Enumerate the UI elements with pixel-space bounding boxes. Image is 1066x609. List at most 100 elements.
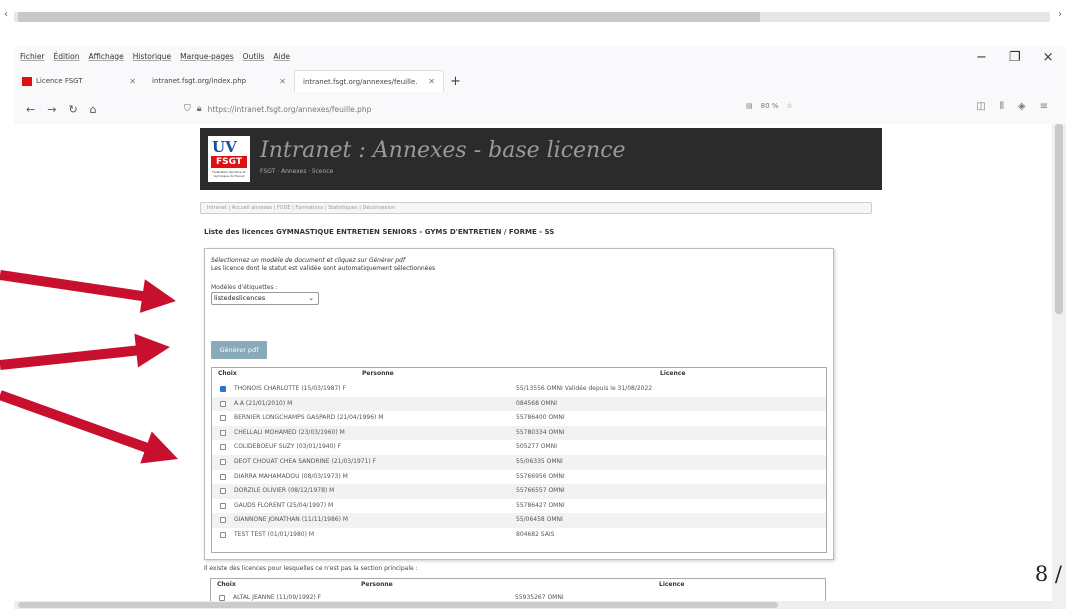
scroll-left-icon[interactable]: ‹ (4, 9, 8, 20)
licence-cell: 804682 SAIS (516, 531, 555, 538)
licence-cell: 55/06458 OMNI (516, 516, 563, 524)
table-row: DEOT CHOUAT CHEA SANDRINE (21/03/1971) F… (212, 455, 826, 470)
person-cell: GIANNONE JONATHAN (11/11/1986) M (234, 516, 349, 524)
scrollbar-thumb[interactable] (1055, 124, 1063, 314)
table-row: DIARRA MAHAMADOU (08/03/1973) M 55766956 … (212, 470, 826, 485)
scrollbar-thumb[interactable] (18, 12, 760, 22)
table-row: GIANNONE JONATHAN (11/11/1986) M 55/06458… (212, 513, 826, 528)
menu-file[interactable]: Fichier (20, 52, 45, 61)
home-icon[interactable]: ⌂ (90, 103, 97, 116)
close-tab-icon[interactable]: ✕ (428, 77, 435, 86)
model-label: Modèles d'étiquettes : (211, 284, 278, 291)
tab-feuille-active[interactable]: intranet.fsgt.org/annexes/feuille.php ✕ (294, 70, 444, 92)
row-checkbox[interactable] (220, 532, 226, 538)
pocket-icon[interactable]: ◫ (976, 101, 985, 112)
person-cell: BERNIER LONGCHAMPS GASPARD (21/04/1996) … (234, 414, 384, 422)
screenshot-root: ‹ › Fichier Édition Affichage Historique… (0, 0, 1066, 609)
row-checkbox[interactable] (220, 488, 226, 495)
generate-pdf-button[interactable]: Générer pdf (211, 341, 267, 359)
row-checkbox[interactable] (220, 473, 226, 480)
tab-licence-fsgt[interactable]: Licence FSGT ✕ (14, 70, 144, 92)
hamburger-menu-icon[interactable]: ≡ (1040, 101, 1048, 112)
person-cell: THONOIS CHARLOTTE (15/03/1987) F (234, 385, 346, 392)
shield-extension-icon[interactable]: ◈ (1018, 101, 1026, 112)
licence-cell: 55/06335 OMNI (516, 458, 563, 465)
row-checkbox[interactable] (220, 444, 226, 451)
page-horizontal-scrollbar[interactable] (14, 601, 1052, 609)
secondary-section-note: Il existe des licences pour lesquelles c… (204, 565, 418, 572)
new-tab-icon[interactable]: + (450, 74, 461, 89)
scrollbar-thumb[interactable] (18, 602, 778, 608)
col-header-choice: Choix (217, 581, 236, 588)
forward-icon[interactable]: → (47, 103, 56, 116)
reader-view-icon[interactable]: ▤ (746, 102, 753, 110)
close-tab-icon[interactable]: ✕ (279, 77, 286, 86)
row-checkbox[interactable] (220, 517, 226, 524)
licence-panel: Sélectionnez un modèle de document et cl… (204, 248, 834, 560)
page-number: 8 / (1034, 562, 1062, 586)
red-arrow-3 (0, 390, 178, 464)
person-cell: DEOT CHOUAT CHEA SANDRINE (21/03/1971) F (234, 458, 377, 465)
person-cell: DORZILE OLIVIER (08/12/1978) M (234, 487, 335, 495)
url-text[interactable]: https://intranet.fsgt.org/annexes/feuill… (208, 105, 372, 114)
licence-cell: 55/13556 OMNI Validée depuis le 31/08/20… (516, 385, 653, 392)
close-tab-icon[interactable]: ✕ (129, 77, 136, 86)
table-row: BERNIER LONGCHAMPS GASPARD (21/04/1996) … (212, 411, 826, 426)
library-icon[interactable]: ⫴ (1000, 101, 1004, 112)
menu-help[interactable]: Aide (273, 52, 290, 61)
person-cell: TEST TEST (01/01/1980) M (234, 531, 315, 538)
reload-icon[interactable]: ↻ (68, 103, 77, 116)
person-cell: DIARRA MAHAMADOU (08/03/1973) M (234, 472, 348, 480)
intro-line-2: Les licence dont le statut est validée s… (211, 265, 436, 272)
page-vertical-scrollbar[interactable] (1052, 124, 1066, 609)
tab-label: intranet.fsgt.org/index.php (152, 77, 247, 85)
table-row: DORZILE OLIVIER (08/12/1978) M 55766557 O… (212, 484, 826, 499)
fsgt-logo[interactable]: UV FSGT Fédération Sportive et Gymnique … (208, 136, 250, 182)
row-checkbox[interactable] (220, 459, 226, 465)
person-cell: COLIDEBOEUF SUZY (03/01/1940) F (234, 443, 342, 451)
person-cell: GAUDS FLORENT (25/04/1997) M (234, 501, 334, 509)
url-bar[interactable]: ⛉ 🔒︎ https://intranet.fsgt.org/annexes/f… (184, 100, 704, 118)
row-checkbox[interactable] (220, 386, 226, 392)
licence-cell: 55766557 OMNI (516, 487, 565, 495)
row-checkbox[interactable] (220, 502, 226, 509)
menu-bookmarks[interactable]: Marque-pages (180, 52, 234, 61)
back-icon[interactable]: ← (26, 103, 35, 116)
licence-cell: 505277 OMNI (516, 443, 557, 451)
licence-cell: 55780334 OMNI (516, 428, 565, 436)
intro-line-1: Sélectionnez un modèle de document et cl… (211, 257, 405, 264)
lock-icon[interactable]: 🔒︎ (197, 104, 202, 114)
annotation-arrows (0, 270, 178, 464)
bookmark-star-icon[interactable]: ☆ (786, 102, 792, 110)
row-checkbox[interactable] (220, 415, 226, 422)
shield-icon[interactable]: ⛉ (184, 104, 191, 114)
menu-history[interactable]: Historique (133, 52, 171, 61)
page-title: Liste des licences GYMNASTIQUE ENTRETIEN… (204, 228, 555, 236)
breadcrumb-menu[interactable]: Intranet | Accueil annexes | FUDE | Form… (200, 202, 872, 214)
red-arrow-1 (0, 270, 176, 313)
table-row: GAUDS FLORENT (25/04/1997) M 55786427 OMN… (212, 499, 826, 514)
model-select[interactable]: listedeslicences ⌄ (211, 292, 319, 305)
table-row: TEST TEST (01/01/1980) M 804682 SAIS (212, 528, 826, 543)
menu-view[interactable]: Affichage (88, 52, 123, 61)
zoom-level[interactable]: 80 % (761, 102, 779, 110)
row-checkbox[interactable] (220, 400, 226, 407)
menu-edit[interactable]: Édition (54, 52, 80, 61)
row-checkbox[interactable] (220, 429, 226, 436)
tab-label: intranet.fsgt.org/annexes/feuille.php (303, 77, 419, 86)
document-horizontal-scrollbar[interactable]: ‹ › (0, 0, 1066, 32)
minimize-icon[interactable]: − (976, 50, 987, 65)
navigation-bar: ← → ↻ ⌂ ⛉ 🔒︎ https://intranet.fsgt.org/a… (14, 96, 1066, 122)
intro-text: Sélectionnez un modèle de document et cl… (211, 257, 435, 273)
licence-cell: 55786400 OMNI (516, 414, 565, 422)
tab-index[interactable]: intranet.fsgt.org/index.php ✕ (144, 70, 294, 92)
col-header-licence: Licence (659, 581, 685, 588)
close-window-icon[interactable]: × (1043, 50, 1054, 65)
person-cell: A.A (21/01/2010) M (234, 399, 293, 407)
menu-tools[interactable]: Outils (243, 52, 265, 61)
zoom-indicator: ▤ 80 % ☆ (746, 102, 793, 110)
restore-icon[interactable]: ❐ (1009, 50, 1021, 65)
scroll-right-icon[interactable]: › (1058, 9, 1062, 20)
person-cell: ALTAL JEANNE (11/09/1992) F (233, 594, 322, 601)
window-controls: − ❐ × (976, 50, 1066, 65)
